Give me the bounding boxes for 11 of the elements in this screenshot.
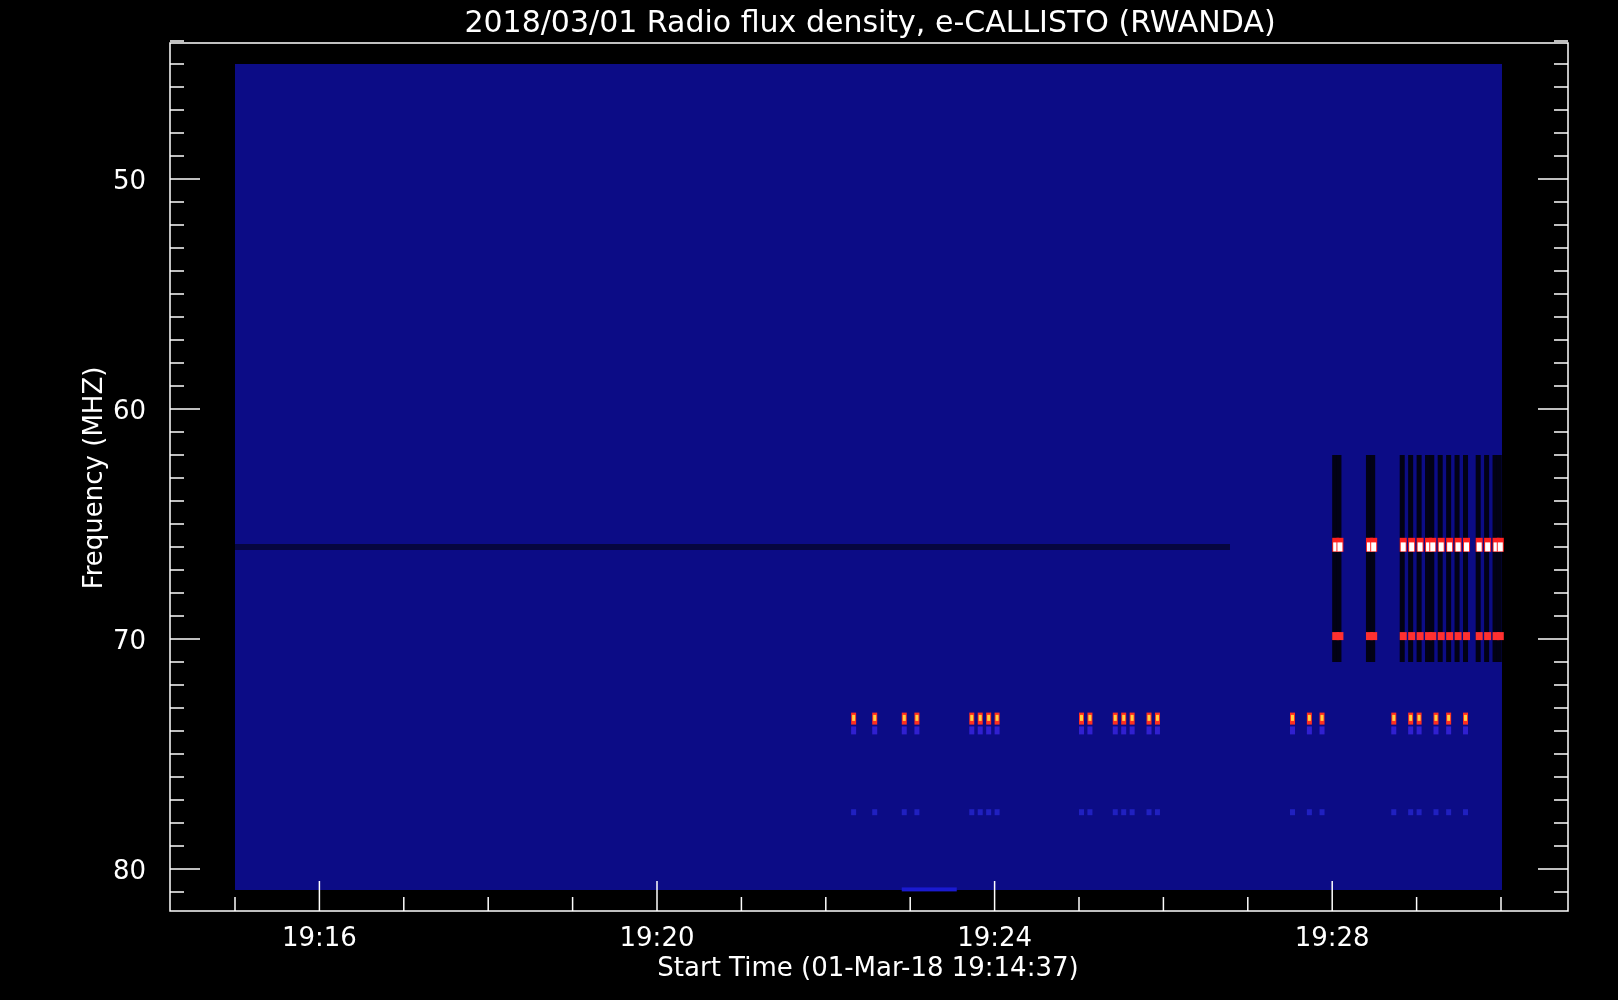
chart-title: 2018/03/01 Radio flux density, e-CALLISTO (RWANDA) [464, 4, 1276, 39]
y-tick-label: 60 [112, 395, 146, 425]
x-tick-label: 19:24 [957, 922, 1033, 952]
x-tick-label: 19:16 [281, 922, 357, 952]
x-tick-label: 19:28 [1294, 922, 1370, 952]
y-axis-label: Frequency (MHZ) [78, 366, 108, 590]
x-axis-label: Start Time (01-Mar-18 19:14:37) [657, 952, 1079, 982]
y-tick-label: 50 [112, 165, 146, 195]
y-tick-label: 70 [112, 625, 146, 655]
x-tick-label: 19:20 [619, 922, 695, 952]
y-tick-label: 80 [112, 855, 146, 885]
